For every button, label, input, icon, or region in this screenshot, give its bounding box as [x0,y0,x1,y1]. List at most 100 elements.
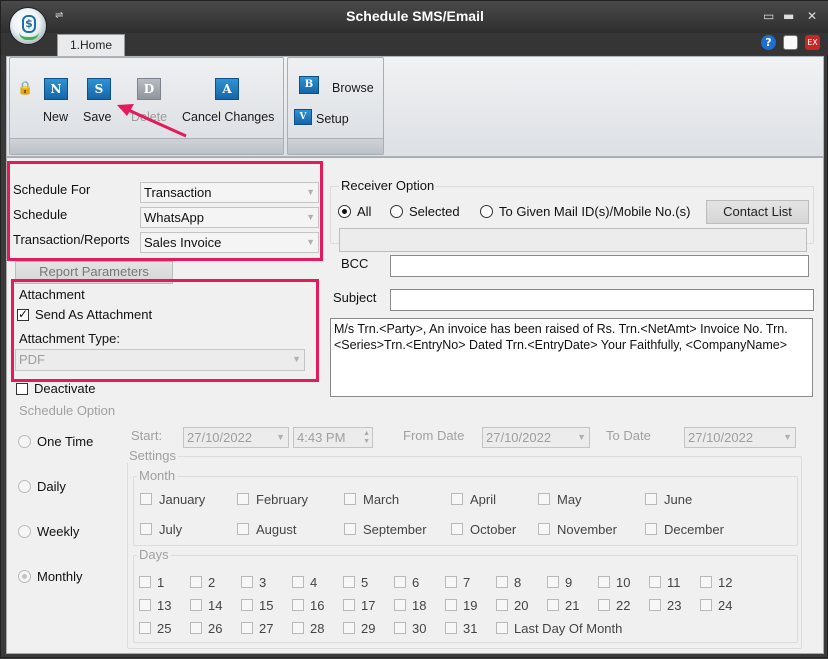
day-checkbox-9[interactable] [547,576,559,588]
day-checkbox-31[interactable] [445,622,457,634]
to-date-picker[interactable]: 27/10/2022 ▼ [684,427,796,448]
day-checkbox-28[interactable] [292,622,304,634]
day-checkbox-22[interactable] [598,599,610,611]
day-label-18: 18 [412,598,427,613]
setup-button[interactable]: Setup [316,112,349,126]
month-checkbox-december[interactable] [645,523,657,535]
month-label-july: July [159,522,183,537]
day-checkbox-23[interactable] [649,599,661,611]
month-checkbox-january[interactable] [140,493,152,505]
day-checkbox-29[interactable] [343,622,355,634]
day-checkbox-6[interactable] [394,576,406,588]
day-checkbox-27[interactable] [241,622,253,634]
save-button[interactable]: Save [83,110,112,124]
day-checkbox-11[interactable] [649,576,661,588]
month-checkbox-july[interactable] [140,523,152,535]
weekly-label: Weekly [37,524,80,539]
bcc-input[interactable] [390,255,809,277]
day-label-25: 25 [157,621,172,636]
highlight-box-attachment [11,279,319,382]
day-checkbox-4[interactable] [292,576,304,588]
day-label-6: 6 [412,575,420,590]
month-checkbox-june[interactable] [645,493,657,505]
document-icon[interactable] [783,35,798,50]
app-logo[interactable]: $ [9,7,47,45]
day-checkbox-7[interactable] [445,576,457,588]
month-label-september: September [363,522,427,537]
day-checkbox-13[interactable] [139,599,151,611]
day-checkbox-15[interactable] [241,599,253,611]
day-checkbox-5[interactable] [343,576,355,588]
day-checkbox-25[interactable] [139,622,151,634]
day-label-12: 12 [718,575,733,590]
browse-button[interactable]: Browse [332,81,374,95]
save-icon[interactable]: S [87,78,111,100]
month-checkbox-april[interactable] [451,493,463,505]
monthly-radio[interactable] [18,570,31,583]
month-checkbox-february[interactable] [237,493,249,505]
month-checkbox-november[interactable] [538,523,550,535]
day-checkbox-26[interactable] [190,622,202,634]
month-label-march: March [363,492,400,507]
month-label-october: October [470,522,517,537]
from-date-picker[interactable]: 27/10/2022 ▼ [482,427,590,448]
day-checkbox-30[interactable] [394,622,406,634]
window-close-icon[interactable]: ✕ [807,9,817,23]
day-checkbox-17[interactable] [343,599,355,611]
window-title: Schedule SMS/Email [346,8,484,24]
day-checkbox-18[interactable] [394,599,406,611]
day-checkbox-20[interactable] [496,599,508,611]
month-checkbox-march[interactable] [344,493,356,505]
deactivate-label: Deactivate [34,381,96,396]
help-icon[interactable]: ? [761,35,776,50]
day-checkbox-32[interactable] [496,622,508,634]
month-checkbox-september[interactable] [344,523,356,535]
start-date-picker[interactable]: 27/10/2022 ▼ [183,427,289,448]
schedule-option-heading: Schedule Option [19,403,116,418]
month-checkbox-october[interactable] [451,523,463,535]
tab-home[interactable]: 1.Home [57,34,125,56]
day-checkbox-12[interactable] [700,576,712,588]
day-checkbox-21[interactable] [547,599,559,611]
day-checkbox-8[interactable] [496,576,508,588]
month-checkbox-august[interactable] [237,523,249,535]
lock-icon: 🔒 [17,81,34,96]
day-checkbox-2[interactable] [190,576,202,588]
receiver-selected-radio[interactable] [390,205,403,218]
day-label-5: 5 [361,575,369,590]
cancel-changes-button[interactable]: Cancel Changes [182,110,274,124]
exit-icon[interactable]: EX [805,35,820,50]
day-checkbox-10[interactable] [598,576,610,588]
day-label-27: 27 [259,621,274,636]
daily-radio[interactable] [18,480,31,493]
new-icon[interactable]: N [44,78,68,100]
receiver-list-field[interactable] [339,228,807,252]
window-restore-icon[interactable]: ▭ [763,9,774,23]
day-checkbox-14[interactable] [190,599,202,611]
deactivate-checkbox[interactable] [16,383,28,395]
day-checkbox-1[interactable] [139,576,151,588]
day-checkbox-19[interactable] [445,599,457,611]
message-textarea[interactable]: M/s Trn.<Party>, An invoice has been rai… [330,318,813,397]
day-checkbox-24[interactable] [700,599,712,611]
cancel-changes-icon[interactable]: A [215,78,239,100]
setup-icon[interactable]: V [294,109,312,125]
subject-input[interactable] [390,289,814,311]
day-checkbox-3[interactable] [241,576,253,588]
ribbon-group-edit [9,57,284,155]
weekly-radio[interactable] [18,525,31,538]
window-minimize-icon[interactable]: ▬ [783,9,794,23]
start-time-picker[interactable]: 4:43 PM ▲ ▼ [293,427,373,448]
day-checkbox-16[interactable] [292,599,304,611]
day-label-3: 3 [259,575,267,590]
new-button[interactable]: New [43,110,68,124]
month-checkbox-may[interactable] [538,493,550,505]
receiver-all-radio[interactable] [338,205,351,218]
from-date-label: From Date [403,428,465,443]
one-time-radio[interactable] [18,435,31,448]
contact-list-button[interactable]: Contact List [706,200,809,224]
browse-icon[interactable]: B [299,76,319,94]
receiver-given-radio[interactable] [480,205,493,218]
day-label-20: 20 [514,598,529,613]
month-label-february: February [256,492,309,507]
